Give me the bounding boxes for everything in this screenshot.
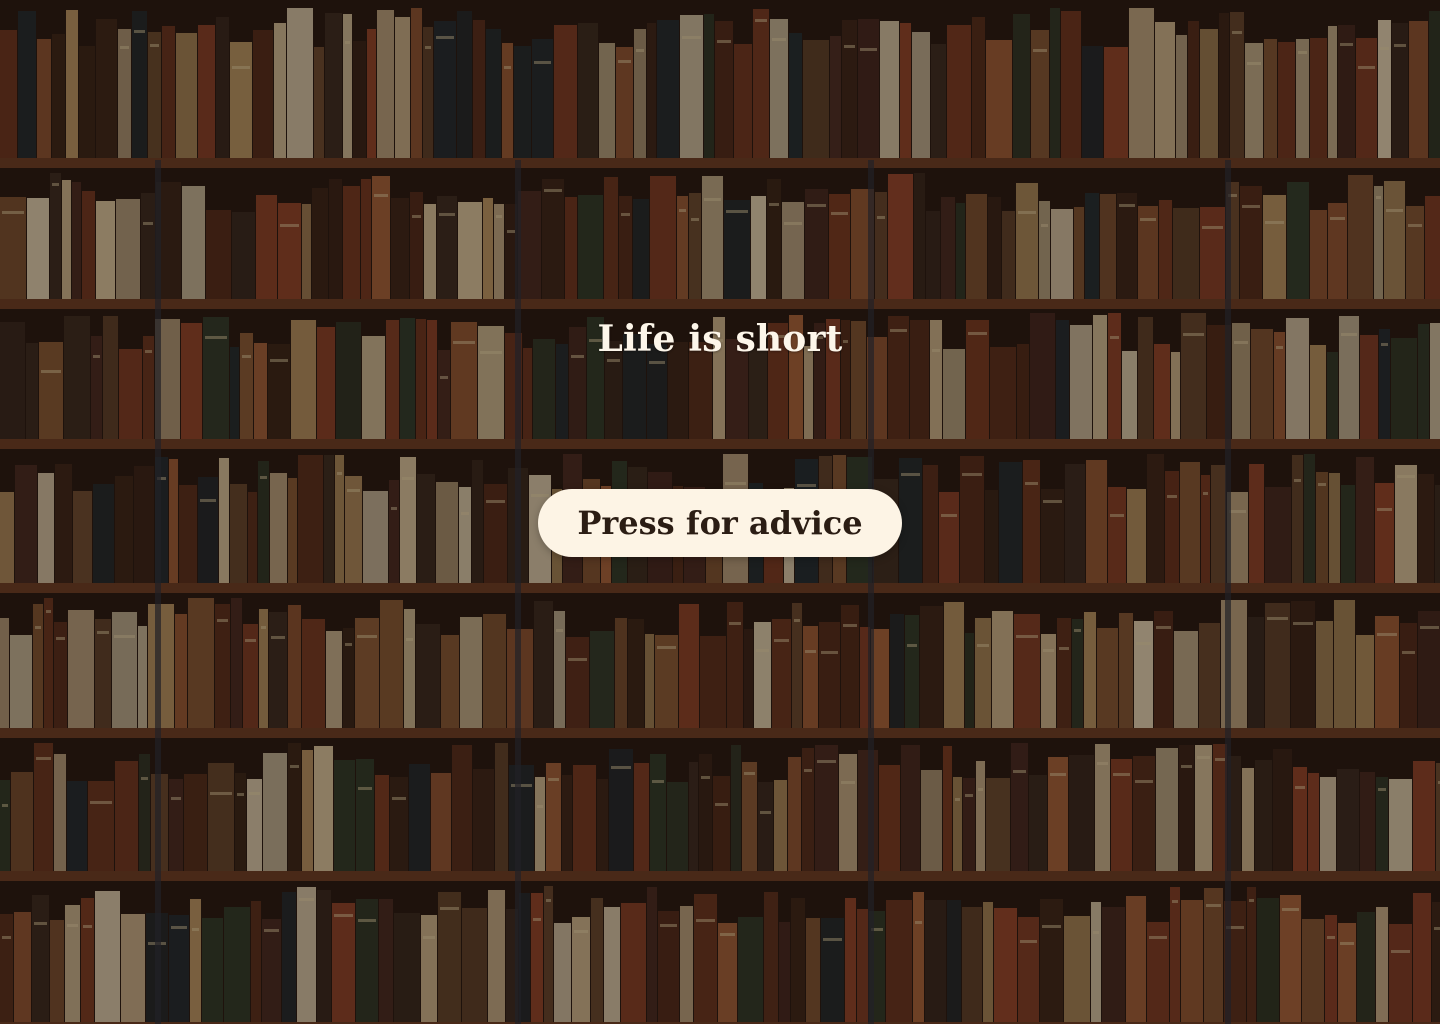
page: Life is short Press for advice [0, 0, 1440, 1024]
advice-button[interactable]: Press for advice [538, 489, 902, 557]
hero: Life is short Press for advice [0, 0, 1440, 1024]
headline: Life is short [597, 318, 843, 360]
